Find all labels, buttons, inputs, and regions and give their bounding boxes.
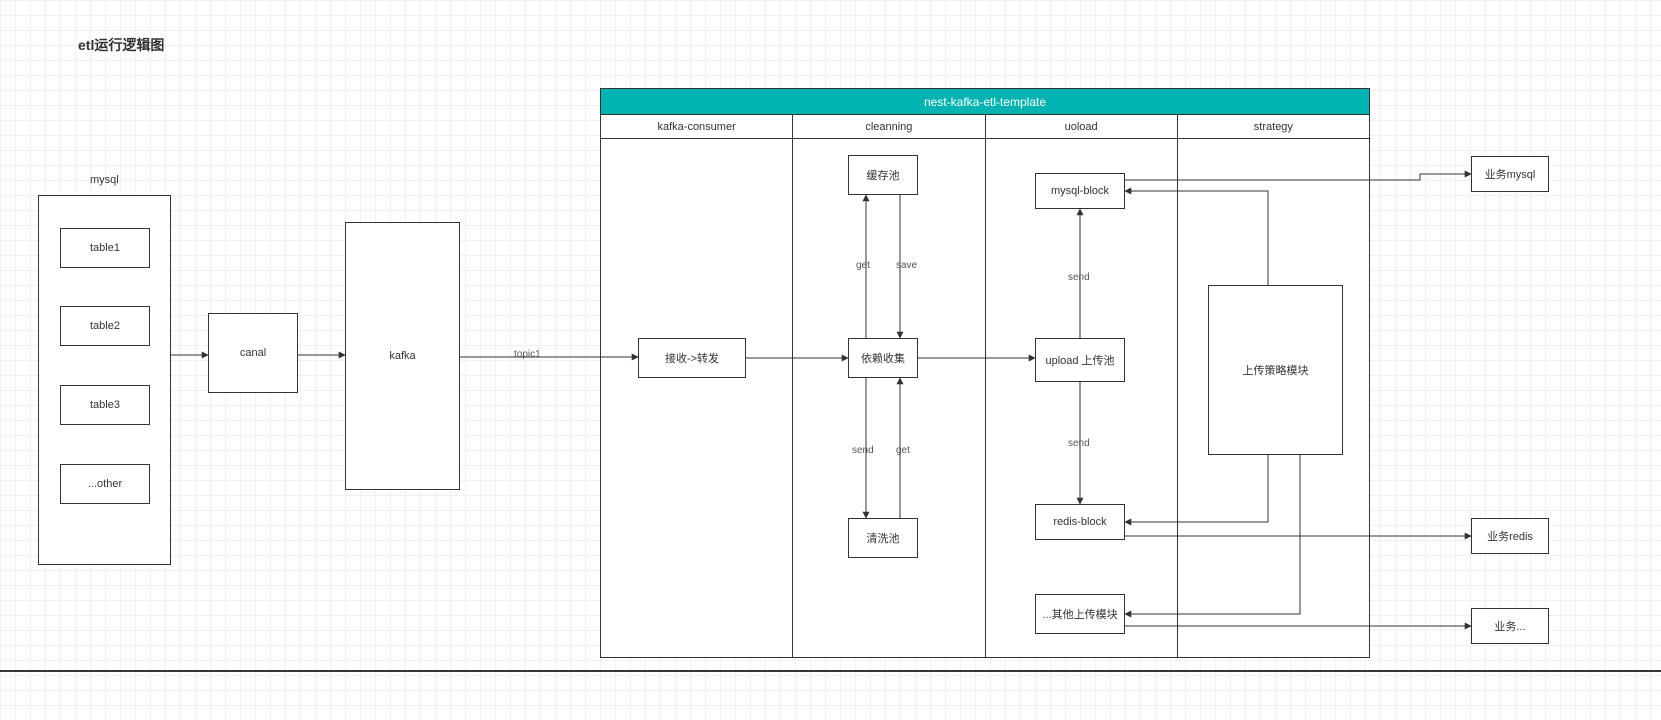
get2-label: get xyxy=(894,445,912,456)
table2-box[interactable]: table2 xyxy=(60,306,150,346)
dep-collect-box[interactable]: 依赖收集 xyxy=(848,338,918,378)
lane-upload xyxy=(986,139,1178,657)
table3-box[interactable]: table3 xyxy=(60,385,150,425)
lane-header-strategy: strategy xyxy=(1178,115,1369,139)
send1-label: send xyxy=(850,445,876,456)
receive-box[interactable]: 接收->转发 xyxy=(638,338,746,378)
canal-box[interactable]: canal xyxy=(208,313,298,393)
lane-header-cleanning: cleanning xyxy=(793,115,985,139)
topic-label: topic1 xyxy=(512,349,543,360)
redis-block-box[interactable]: redis-block xyxy=(1035,504,1125,540)
biz-other-box[interactable]: 业务... xyxy=(1471,608,1549,644)
mysql-label: mysql xyxy=(90,174,119,186)
swimlane-title: nest-kafka-etl-template xyxy=(601,89,1369,115)
table1-box[interactable]: table1 xyxy=(60,228,150,268)
lane-header-upload: uoload xyxy=(986,115,1178,139)
kafka-box[interactable]: kafka xyxy=(345,222,460,490)
strategy-module-box[interactable]: 上传策略模块 xyxy=(1208,285,1343,455)
diagram-title: etl运行逻辑图 xyxy=(78,35,164,55)
save-label: save xyxy=(894,260,919,271)
biz-mysql-box[interactable]: 业务mysql xyxy=(1471,156,1549,192)
mysql-block-box[interactable]: mysql-block xyxy=(1035,173,1125,209)
wash-pool-box[interactable]: 清洗池 xyxy=(848,518,918,558)
other-upload-box[interactable]: ...其他上传模块 xyxy=(1035,594,1125,634)
send-up1-label: send xyxy=(1066,272,1092,283)
table-other-box[interactable]: ...other xyxy=(60,464,150,504)
lane-cleanning xyxy=(793,139,985,657)
lane-header-consumer: kafka-consumer xyxy=(601,115,793,139)
biz-redis-box[interactable]: 业务redis xyxy=(1471,518,1549,554)
swimlane-headers: kafka-consumer cleanning uoload strategy xyxy=(601,115,1369,139)
cache-pool-box[interactable]: 缓存池 xyxy=(848,155,918,195)
send-up2-label: send xyxy=(1066,438,1092,449)
get1-label: get xyxy=(854,260,872,271)
upload-pool-box[interactable]: upload 上传池 xyxy=(1035,338,1125,382)
lane-consumer xyxy=(601,139,793,657)
